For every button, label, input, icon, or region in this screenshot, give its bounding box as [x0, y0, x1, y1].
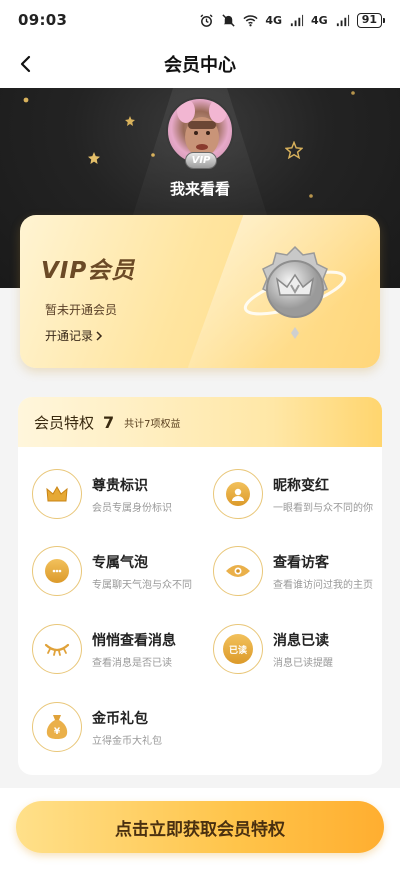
privilege-name: 专属气泡	[92, 554, 148, 571]
get-vip-button[interactable]: 点击立即获取会员特权	[16, 801, 384, 853]
svg-text:¥: ¥	[54, 727, 61, 737]
privileges-header: 会员特权 7 共计7项权益	[18, 397, 382, 447]
privilege-item-noble-mark[interactable]: 尊贵标识 会员专属身份标识	[32, 469, 202, 519]
privilege-icon-ring	[32, 624, 82, 674]
page-title: 会员中心	[164, 55, 236, 76]
privilege-icon-ring	[32, 546, 82, 596]
privilege-desc: 查看谁访问过我的主页	[273, 579, 373, 591]
privilege-item-view-visitors[interactable]: 查看访客 查看谁访问过我的主页	[213, 546, 382, 596]
privilege-name: 尊贵标识	[92, 477, 148, 494]
privileges-panel: 会员特权 7 共计7项权益 尊贵标识 会员专属身份标识 昵称变红 一眼看到与众不…	[18, 397, 382, 775]
coin-bag-icon: ¥	[46, 715, 68, 739]
privilege-desc: 查看消息是否已读	[92, 657, 172, 669]
privilege-item-red-nickname[interactable]: 昵称变红 一眼看到与众不同的你	[213, 469, 382, 519]
vip-title: VIP会员	[41, 258, 136, 284]
mute-icon	[222, 13, 235, 27]
closed-eye-icon	[44, 643, 70, 656]
privilege-name: 昵称变红	[273, 477, 329, 494]
status-time: 09:03	[18, 11, 68, 29]
username: 我来看看	[169, 180, 230, 198]
privilege-name: 悄悄查看消息	[92, 632, 176, 649]
read-badge-label: 已读	[228, 645, 247, 656]
wifi-icon	[243, 14, 258, 26]
eye-icon	[226, 565, 250, 577]
read-badge-icon: 已读	[223, 634, 253, 664]
back-button[interactable]	[12, 50, 40, 78]
privilege-item-chat-bubble[interactable]: 专属气泡 专属聊天气泡与众不同	[32, 546, 202, 596]
privilege-desc: 会员专属身份标识	[92, 502, 172, 514]
chevron-left-icon	[20, 55, 31, 73]
star-icon	[351, 91, 355, 95]
privilege-name: 消息已读	[273, 632, 329, 649]
privilege-icon-ring	[32, 469, 82, 519]
signal-2-label: 4G	[311, 13, 328, 27]
status-bar: 09:03 4G 4G 91	[0, 0, 400, 40]
vip-status: 暂未开通会员	[45, 303, 118, 317]
signal-icon	[290, 14, 304, 26]
star-icon	[88, 152, 100, 164]
vip-tag: VIP	[185, 152, 217, 169]
privileges-count: 7	[103, 412, 115, 432]
open-record-link[interactable]: 开通记录	[45, 327, 104, 344]
crown-icon	[46, 485, 68, 502]
status-icons: 4G 4G 91	[199, 12, 386, 28]
battery-indicator: 91	[356, 12, 386, 28]
signal-icon-2	[336, 14, 349, 26]
privilege-name: 查看访客	[273, 554, 329, 571]
open-record-label: 开通记录	[45, 329, 94, 343]
privileges-total: 共计7项权益	[124, 418, 181, 430]
privilege-icon-ring	[213, 469, 263, 519]
privilege-name: 金币礼包	[92, 710, 148, 727]
privilege-desc: 立得金币大礼包	[92, 735, 162, 747]
signal-1-label: 4G	[265, 13, 282, 27]
privileges-title: 会员特权	[34, 413, 95, 432]
nav-bar: 会员中心	[0, 40, 400, 88]
privilege-item-coin-gift[interactable]: ¥ 金币礼包 立得金币大礼包	[32, 702, 202, 752]
privilege-desc: 一眼看到与众不同的你	[273, 502, 373, 514]
privilege-desc: 消息已读提醒	[273, 657, 333, 669]
privilege-item-read-receipt[interactable]: 已读 消息已读 消息已读提醒	[213, 624, 382, 674]
user-icon	[232, 488, 244, 501]
privilege-icon-ring	[213, 546, 263, 596]
privilege-item-secret-read[interactable]: 悄悄查看消息 查看消息是否已读	[32, 624, 202, 674]
privilege-icon-ring: 已读	[213, 624, 263, 674]
star-outline-icon	[285, 141, 303, 159]
alarm-icon	[200, 13, 213, 27]
star-icon	[151, 153, 155, 157]
vip-crown-badge-icon	[243, 245, 347, 339]
privilege-icon-ring: ¥	[32, 702, 82, 752]
chevron-right-icon	[96, 330, 103, 341]
star-icon	[23, 97, 29, 103]
privilege-desc: 专属聊天气泡与众不同	[92, 579, 192, 591]
chat-bubble-icon	[52, 569, 62, 573]
vip-card: VIP会员 暂未开通会员 开通记录	[20, 215, 380, 368]
star-icon	[125, 116, 135, 126]
